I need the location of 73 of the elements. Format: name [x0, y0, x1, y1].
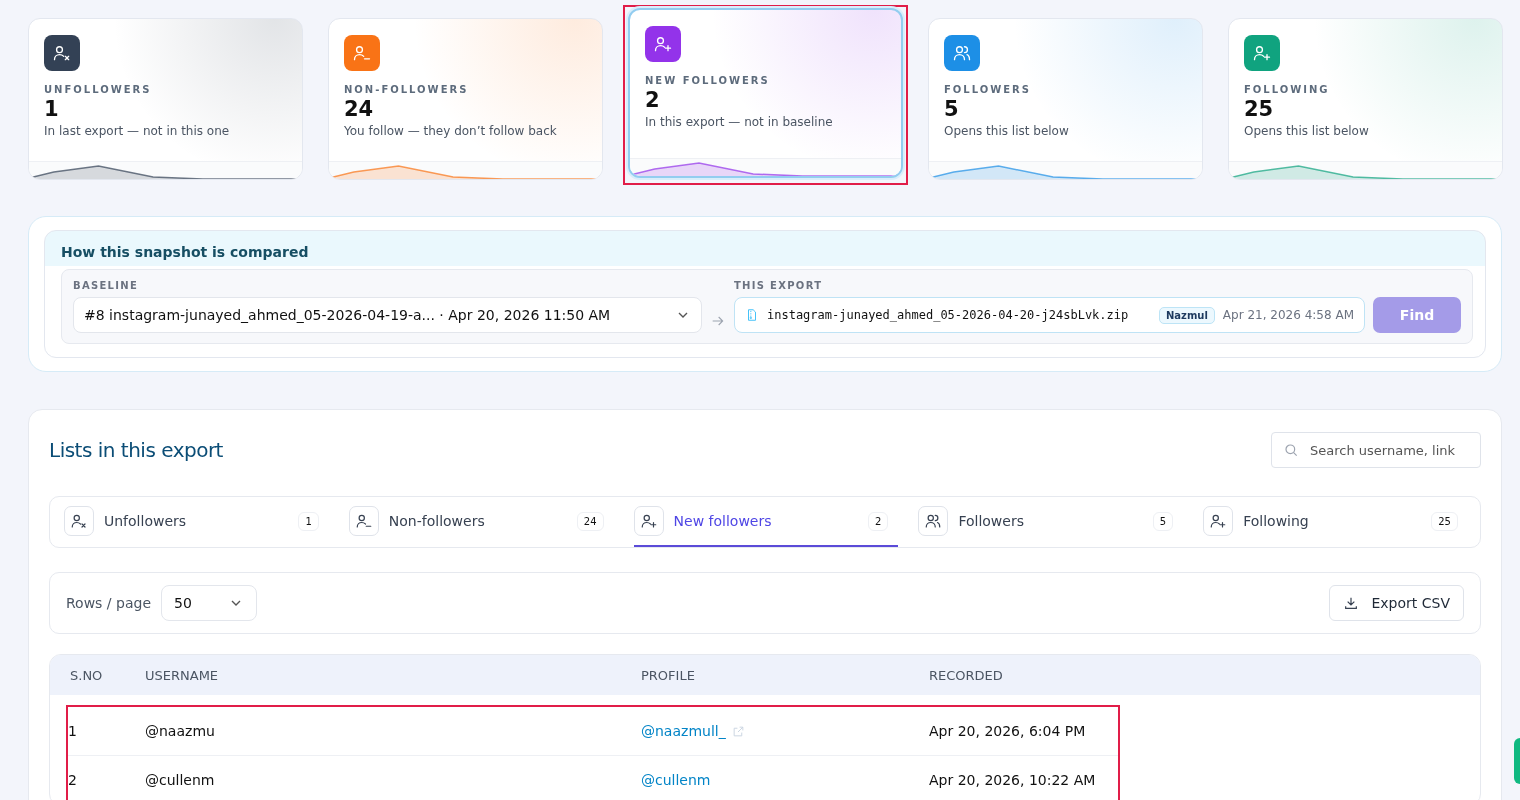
file-name: instagram-junayed_ahmed_05-2026-04-20-j24sbLvk.zip: [767, 308, 1130, 322]
export-csv-button[interactable]: Export CSV: [1329, 585, 1464, 621]
tab-label: Unfollowers: [104, 513, 188, 529]
download-icon: [1343, 595, 1360, 611]
card-label: NON-FOLLOWERS: [344, 84, 470, 95]
stat-card[interactable]: NON-FOLLOWERS 24 You follow — they don’t follow back: [328, 18, 603, 180]
card-description: Opens this list below: [944, 124, 1070, 138]
column-header: PROFILE: [641, 667, 696, 683]
card-count: 2: [645, 88, 661, 112]
card-label: FOLLOWERS: [944, 84, 1032, 95]
user-add-icon: [1203, 506, 1234, 536]
column-header: S.NO: [70, 667, 104, 683]
stat-card[interactable]: UNFOLLOWERS 1 In last export — not in this one: [28, 18, 303, 180]
tab[interactable]: Unfollowers 1: [64, 497, 329, 547]
users-icon: [918, 506, 949, 536]
column-header: RECORDED: [929, 667, 1004, 683]
table-cell-text: 2: [68, 772, 78, 788]
tab[interactable]: Followers 5: [918, 497, 1184, 547]
card-description: In last export — not in this one: [44, 124, 231, 138]
card-count: 24: [344, 97, 375, 121]
profile-link[interactable]: @cullenm: [641, 772, 711, 788]
section-title: How this snapshot is compared: [61, 244, 310, 260]
users-icon: [952, 43, 972, 63]
user-add-icon: [1252, 43, 1272, 63]
card-count: 1: [44, 97, 60, 121]
rows-per-page-label: Rows / page: [66, 595, 151, 611]
user-remove-icon: [52, 43, 72, 63]
profile-link[interactable]: @naazmull_: [641, 723, 726, 739]
export-date: Apr 21, 2026 4:58 AM: [1222, 308, 1354, 322]
zip-file-icon: [745, 308, 759, 322]
tab[interactable]: New followers 2: [633, 497, 899, 547]
count-badge: 2: [868, 511, 889, 531]
count-badge: 25: [1431, 511, 1458, 531]
username-cell-text: @cullenm: [145, 772, 216, 788]
user-minus-icon: [348, 506, 379, 536]
stat-card[interactable]: FOLLOWING 25 Opens this list below: [1228, 18, 1503, 180]
count-badge: 5: [1152, 511, 1174, 531]
tab-label: Followers: [958, 513, 1025, 529]
tab-label: Following: [1243, 513, 1310, 529]
stat-card[interactable]: FOLLOWERS 5 Opens this list below: [928, 18, 1203, 180]
table-cell-text: Apr 20, 2026, 10:22 AM: [929, 772, 1097, 788]
field-label: BASELINE: [73, 280, 140, 291]
card-count: 25: [1244, 97, 1275, 121]
card-description: You follow — they don’t follow back: [344, 124, 558, 138]
user-minus-icon: [352, 43, 372, 63]
column-header: USERNAME: [145, 667, 220, 683]
user-add-icon: [633, 506, 664, 536]
count-badge: 24: [576, 511, 604, 531]
count-badge: 1: [298, 511, 319, 531]
search-field[interactable]: Search username, link: [1271, 432, 1481, 468]
section-title: Lists in this export: [49, 438, 223, 462]
user-remove-icon: [64, 506, 94, 536]
card-description: Opens this list below: [1244, 124, 1370, 138]
table-cell-text: Apr 20, 2026, 6:04 PM: [929, 723, 1087, 739]
table-cell-text: 1: [68, 723, 78, 739]
stat-card[interactable]: NEW FOLLOWERS 2 In this export — not in baseline: [628, 8, 903, 178]
rows-per-page-dropdown[interactable]: 50: [161, 585, 257, 621]
tab-label: New followers: [673, 513, 773, 529]
card-label: NEW FOLLOWERS: [645, 75, 771, 86]
search-icon: [1283, 442, 1299, 458]
user-tag: Nazmul: [1158, 306, 1215, 324]
card-label: FOLLOWING: [1244, 84, 1331, 95]
card-description: In this export — not in baseline: [645, 115, 834, 129]
tab-label: Non-followers: [388, 513, 486, 529]
user-add-icon: [653, 34, 673, 54]
floating-button[interactable]: [1514, 738, 1520, 784]
tab[interactable]: Non-followers 24: [348, 497, 614, 547]
baseline-dropdown[interactable]: #8 instagram-junayed_ahmed_05-2026-04-19-a... · Apr 20, 2026 11:50 AM: [73, 297, 702, 333]
tab[interactable]: Following 25: [1203, 497, 1468, 547]
card-label: UNFOLLOWERS: [44, 84, 153, 95]
username-cell-text: @naazmu: [145, 723, 216, 739]
card-count: 5: [944, 97, 960, 121]
field-label: THIS EXPORT: [734, 280, 824, 291]
